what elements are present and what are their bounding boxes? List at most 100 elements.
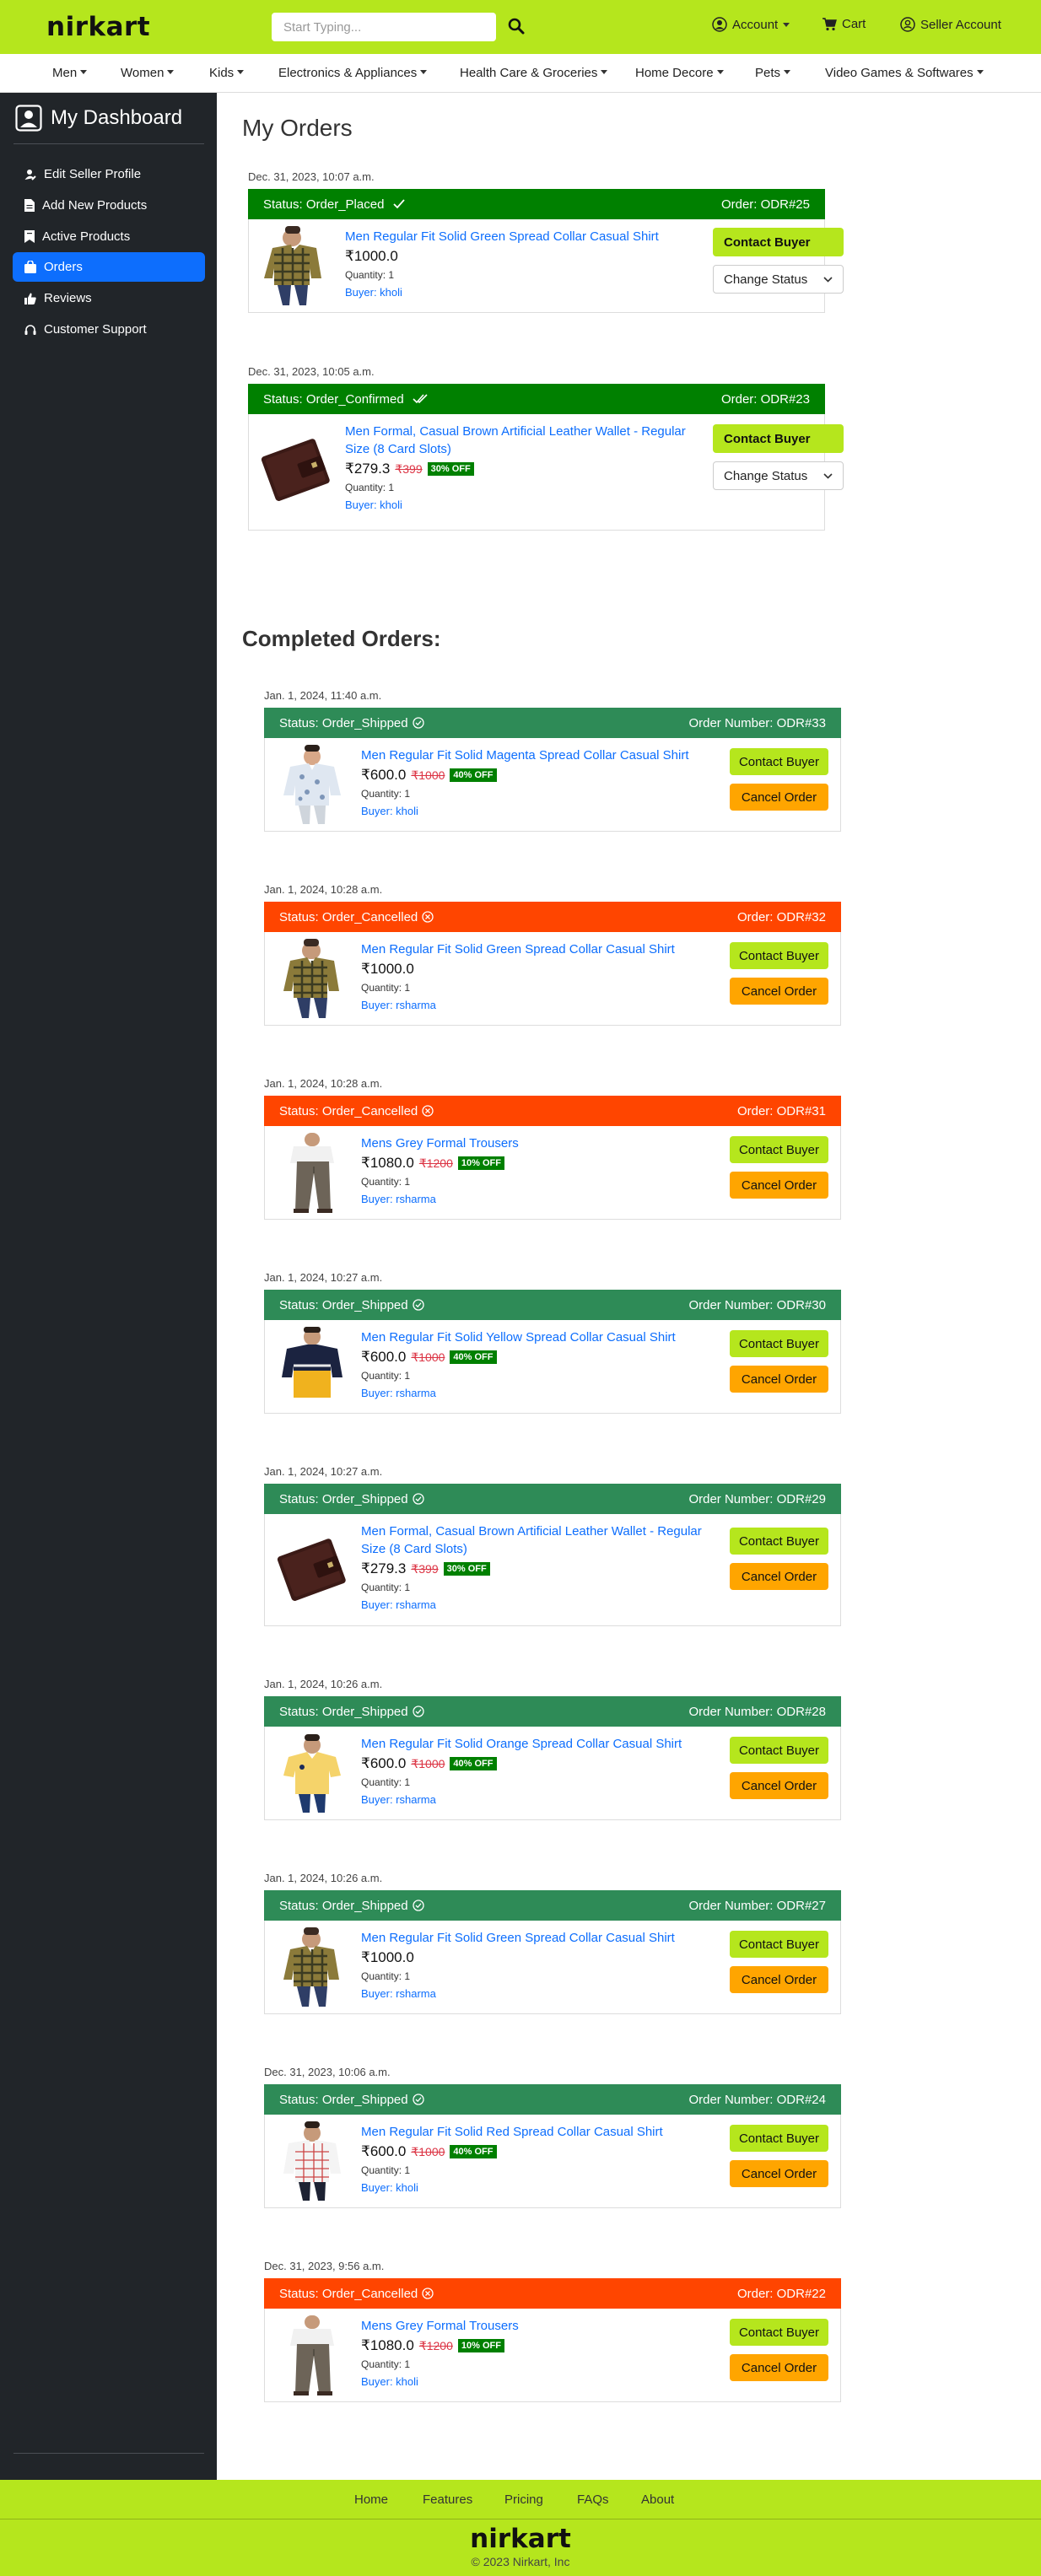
cancel-order-button[interactable]: Cancel Order	[730, 1366, 828, 1393]
product-image[interactable]	[277, 1733, 348, 1814]
copyright: © 2023 Nirkart, Inc	[471, 2555, 570, 2568]
product-image[interactable]	[277, 745, 348, 826]
search-input[interactable]	[272, 13, 496, 41]
contact-buyer-button[interactable]: Contact Buyer	[730, 748, 828, 775]
x-circle-icon	[422, 910, 434, 923]
sidebar-item-active-products[interactable]: Active Products	[13, 222, 205, 251]
cancel-order-button[interactable]: Cancel Order	[730, 2160, 828, 2187]
product-title-link[interactable]: Men Regular Fit Solid Red Spread Collar …	[361, 2123, 711, 2141]
buyer-link[interactable]: Buyer: kholi	[345, 286, 695, 299]
product-image[interactable]	[261, 226, 332, 307]
discount-badge: 10% OFF	[457, 2339, 504, 2352]
buyer-link[interactable]: Buyer: rsharma	[361, 1598, 711, 1611]
contact-buyer-button[interactable]: Contact Buyer	[730, 1931, 828, 1958]
contact-buyer-button[interactable]: Contact Buyer	[713, 424, 844, 453]
buyer-link[interactable]: Buyer: rsharma	[361, 1987, 711, 2000]
sidebar-item-reviews[interactable]: Reviews	[13, 283, 205, 313]
product-image[interactable]	[277, 1531, 348, 1612]
change-status-select[interactable]: Change Status	[713, 461, 844, 490]
contact-buyer-button[interactable]: Contact Buyer	[730, 942, 828, 969]
order-date: Jan. 1, 2024, 10:28 a.m.	[264, 883, 383, 896]
product-price: ₹279.3 ₹399 30% OFF	[345, 461, 695, 477]
order-number: Order: ODR#23	[720, 391, 810, 407]
category-video-games[interactable]: Video Games & Softwares	[825, 66, 984, 80]
seller-account-link[interactable]: Seller Account	[900, 17, 1001, 32]
product-image[interactable]	[277, 1133, 348, 1214]
product-title-link[interactable]: Men Regular Fit Solid Yellow Spread Coll…	[361, 1328, 711, 1346]
product-title-link[interactable]: Men Regular Fit Solid Green Spread Colla…	[345, 228, 695, 245]
buyer-link[interactable]: Buyer: rsharma	[361, 1387, 711, 1399]
footer-link-pricing[interactable]: Pricing	[504, 2492, 543, 2507]
completed-order-card: Jan. 1, 2024, 10:27 a.m. Status: Order_Sh…	[264, 1465, 841, 1626]
cancel-order-button[interactable]: Cancel Order	[730, 2354, 828, 2381]
product-image[interactable]	[261, 431, 332, 512]
sidebar-item-edit-seller-profile[interactable]: Edit Seller Profile	[13, 159, 205, 189]
category-men[interactable]: Men	[52, 66, 88, 80]
change-status-select[interactable]: Change Status	[713, 265, 844, 294]
product-title-link[interactable]: Men Regular Fit Solid Orange Spread Coll…	[361, 1735, 711, 1753]
cancel-order-button[interactable]: Cancel Order	[730, 1563, 828, 1590]
footer-link-features[interactable]: Features	[423, 2492, 472, 2507]
contact-buyer-button[interactable]: Contact Buyer	[730, 2319, 828, 2346]
order-date: Dec. 31, 2023, 10:07 a.m.	[248, 170, 375, 183]
contact-buyer-button[interactable]: Contact Buyer	[730, 1737, 828, 1764]
product-title-link[interactable]: Mens Grey Formal Trousers	[361, 2317, 711, 2335]
product-title-link[interactable]: Men Formal, Casual Brown Artificial Leat…	[361, 1522, 711, 1558]
contact-buyer-button[interactable]: Contact Buyer	[730, 1330, 828, 1357]
product-title-link[interactable]: Men Regular Fit Solid Magenta Spread Col…	[361, 746, 711, 764]
category-kids[interactable]: Kids	[209, 66, 245, 80]
cancel-order-button[interactable]: Cancel Order	[730, 784, 828, 811]
headset-icon	[24, 324, 36, 335]
cancel-order-button[interactable]: Cancel Order	[730, 978, 828, 1005]
brand-logo[interactable]: nirkart	[46, 12, 150, 42]
product-image[interactable]	[277, 2315, 348, 2396]
buyer-link[interactable]: Buyer: rsharma	[361, 1193, 711, 1205]
cancel-order-button[interactable]: Cancel Order	[730, 1772, 828, 1799]
footer-link-faqs[interactable]: FAQs	[577, 2492, 609, 2507]
sidebar-item-add-new-products[interactable]: Add New Products	[13, 191, 205, 220]
contact-buyer-button[interactable]: Contact Buyer	[730, 1528, 828, 1555]
buyer-link[interactable]: Buyer: kholi	[361, 2375, 711, 2388]
bag-icon	[24, 261, 36, 273]
product-title-link[interactable]: Mens Grey Formal Trousers	[361, 1134, 711, 1152]
quantity: Quantity: 1	[361, 1370, 411, 1382]
buyer-link[interactable]: Buyer: kholi	[345, 498, 695, 511]
category-home-decore[interactable]: Home Decore	[635, 66, 724, 80]
product-price: ₹1000.0	[345, 248, 398, 264]
product-image[interactable]	[277, 1927, 348, 2008]
order-card: Dec. 31, 2023, 10:07 a.m. Status: Order_…	[248, 170, 844, 313]
user-square-icon	[15, 105, 42, 132]
product-title-link[interactable]: Men Regular Fit Solid Green Spread Colla…	[361, 1929, 711, 1947]
buyer-link[interactable]: Buyer: rsharma	[361, 999, 711, 1011]
product-image[interactable]	[277, 1327, 348, 1408]
product-title-link[interactable]: Men Regular Fit Solid Green Spread Colla…	[361, 940, 711, 958]
product-image[interactable]	[277, 2121, 348, 2202]
category-pets[interactable]: Pets	[755, 66, 791, 80]
buyer-link[interactable]: Buyer: kholi	[361, 2181, 711, 2194]
order-date: Jan. 1, 2024, 10:26 a.m.	[264, 1872, 383, 1884]
order-status: Status: Order_Cancelled	[279, 1104, 434, 1118]
sidebar-item-orders[interactable]: Orders	[13, 252, 205, 282]
category-health-care[interactable]: Health Care & Groceries	[460, 66, 608, 80]
category-women[interactable]: Women	[121, 66, 175, 80]
page-title: My Orders	[242, 115, 353, 141]
product-title-link[interactable]: Men Formal, Casual Brown Artificial Leat…	[345, 423, 695, 458]
contact-buyer-button[interactable]: Contact Buyer	[730, 1136, 828, 1163]
category-electronics[interactable]: Electronics & Appliances	[278, 66, 428, 80]
cart-link[interactable]: Cart	[822, 17, 866, 31]
order-status: Status: Order_Placed	[263, 197, 405, 212]
footer: Home Features Pricing FAQs About nirkart…	[0, 2480, 1041, 2576]
buyer-link[interactable]: Buyer: rsharma	[361, 1793, 711, 1806]
top-navbar: nirkart Account Cart Seller Account	[0, 0, 1041, 54]
cancel-order-button[interactable]: Cancel Order	[730, 1966, 828, 1993]
cancel-order-button[interactable]: Cancel Order	[730, 1172, 828, 1199]
contact-buyer-button[interactable]: Contact Buyer	[713, 228, 844, 256]
search-icon[interactable]	[508, 18, 525, 35]
sidebar-item-customer-support[interactable]: Customer Support	[13, 315, 205, 344]
footer-link-about[interactable]: About	[641, 2492, 674, 2507]
contact-buyer-button[interactable]: Contact Buyer	[730, 2125, 828, 2152]
buyer-link[interactable]: Buyer: kholi	[361, 805, 711, 817]
account-dropdown[interactable]: Account	[712, 17, 790, 32]
footer-link-home[interactable]: Home	[354, 2492, 388, 2507]
product-image[interactable]	[277, 939, 348, 1020]
